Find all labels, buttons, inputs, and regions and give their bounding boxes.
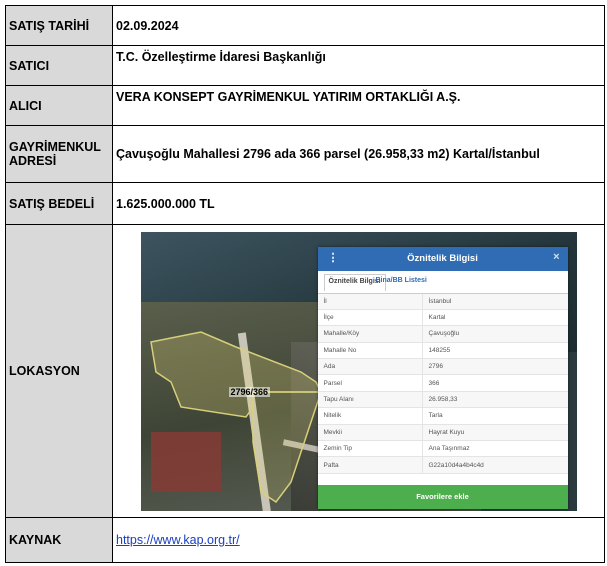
attribute-key: İlçe — [317, 309, 423, 327]
attribute-key: Mahalle No — [317, 342, 423, 360]
attribute-row: Pafta G22a10d4a4b4c4d — [317, 456, 568, 474]
attribute-key: İl — [317, 293, 423, 310]
label-location: LOKASYON — [5, 224, 113, 518]
attribute-value: Hayrat Kuyu — [422, 424, 568, 442]
row-sale-date: SATIŞ TARİHİ 02.09.2024 — [5, 5, 605, 46]
attribute-row: Zemin Tip Ana Taşınmaz — [317, 440, 568, 458]
attribute-row: Tapu Alanı 26.958,33 — [317, 391, 568, 409]
attribute-key: Pafta — [317, 456, 423, 474]
attribute-value: Çavuşoğlu — [422, 325, 568, 343]
value-price: 1.625.000.000 TL — [112, 182, 605, 225]
source-link[interactable]: https://www.kap.org.tr/ — [116, 533, 240, 547]
attribute-value: 2796 — [422, 358, 568, 376]
label-sale-date: SATIŞ TARİHİ — [5, 5, 113, 46]
label-price: SATIŞ BEDELİ — [5, 182, 113, 225]
attribute-table: İl İstanbul İlçe Kartal Mahalle/Köy Çavuşoğlu… — [317, 293, 568, 474]
value-address: Çavuşoğlu Mahallesi 2796 ada 366 parsel … — [112, 125, 605, 183]
location-map-image: 2796/366 ⋮ Öznitelik Bilgisi × Öznitelik… — [140, 231, 577, 511]
attribute-panel: ⋮ Öznitelik Bilgisi × Öznitelik Bilgisi … — [317, 246, 568, 509]
row-buyer: ALICI VERA KONSEPT GAYRİMENKUL YATIRIM O… — [5, 85, 605, 126]
attribute-key: Mahalle/Köy — [317, 325, 423, 343]
close-icon[interactable]: × — [553, 251, 559, 263]
attribute-key: Mevkii — [317, 424, 423, 442]
attribute-key: Nitelik — [317, 407, 423, 425]
attribute-value: Kartal — [422, 309, 568, 327]
value-location: 2796/366 ⋮ Öznitelik Bilgisi × Öznitelik… — [112, 224, 605, 518]
label-seller: SATICI — [5, 45, 113, 86]
parcel-label: 2796/366 — [228, 386, 271, 397]
label-address: GAYRİMENKUL ADRESİ — [5, 125, 113, 183]
attribute-row: Mahalle No 148255 — [317, 342, 568, 360]
sale-info-document: SATIŞ TARİHİ 02.09.2024 SATICI T.C. Özel… — [5, 5, 605, 563]
panel-title: Öznitelik Bilgisi — [407, 252, 478, 264]
label-buyer: ALICI — [5, 85, 113, 126]
row-seller: SATICI T.C. Özelleştirme İdaresi Başkanl… — [5, 45, 605, 86]
attribute-row: İl İstanbul — [317, 293, 568, 310]
row-address: GAYRİMENKUL ADRESİ Çavuşoğlu Mahallesi 2… — [5, 125, 605, 183]
attribute-key: Tapu Alanı — [317, 391, 423, 409]
value-source: https://www.kap.org.tr/ — [112, 517, 605, 563]
row-price: SATIŞ BEDELİ 1.625.000.000 TL — [5, 182, 605, 225]
sale-info-table: SATIŞ TARİHİ 02.09.2024 SATICI T.C. Özel… — [5, 5, 605, 563]
attribute-key: Parsel — [317, 374, 423, 392]
attribute-value: Tarla — [422, 407, 568, 425]
attribute-value: 26.958,33 — [422, 391, 568, 409]
attribute-value: İstanbul — [422, 293, 568, 310]
attribute-key: Zemin Tip — [317, 440, 423, 458]
row-location: LOKASYON 2796/366 ⋮ Öznitelik Bilgisi × … — [5, 224, 605, 518]
panel-header: ⋮ Öznitelik Bilgisi × — [317, 246, 568, 271]
value-sale-date: 02.09.2024 — [112, 5, 605, 46]
label-source: KAYNAK — [5, 517, 113, 563]
value-seller: T.C. Özelleştirme İdaresi Başkanlığı — [112, 45, 605, 86]
attribute-value: Ana Taşınmaz — [422, 440, 568, 458]
attribute-row: İlçe Kartal — [317, 309, 568, 327]
panel-tabs: Öznitelik Bilgisi Bina/BB Listesi — [317, 271, 568, 294]
tab-building-list[interactable]: Bina/BB Listesi — [376, 277, 427, 284]
attribute-row: Parsel 366 — [317, 374, 568, 392]
attribute-value: 366 — [422, 374, 568, 392]
attribute-value: 148255 — [422, 342, 568, 360]
attribute-key: Ada — [317, 358, 423, 376]
attribute-row: Nitelik Tarla — [317, 407, 568, 425]
value-buyer: VERA KONSEPT GAYRİMENKUL YATIRIM ORTAKLI… — [112, 85, 605, 126]
attribute-row: Ada 2796 — [317, 358, 568, 376]
row-source: KAYNAK https://www.kap.org.tr/ — [5, 517, 605, 563]
attribute-row: Mevkii Hayrat Kuyu — [317, 424, 568, 442]
attribute-row: Mahalle/Köy Çavuşoğlu — [317, 325, 568, 343]
attribute-value: G22a10d4a4b4c4d — [422, 456, 568, 474]
add-favorites-button[interactable]: Favorilere ekle — [317, 484, 568, 509]
